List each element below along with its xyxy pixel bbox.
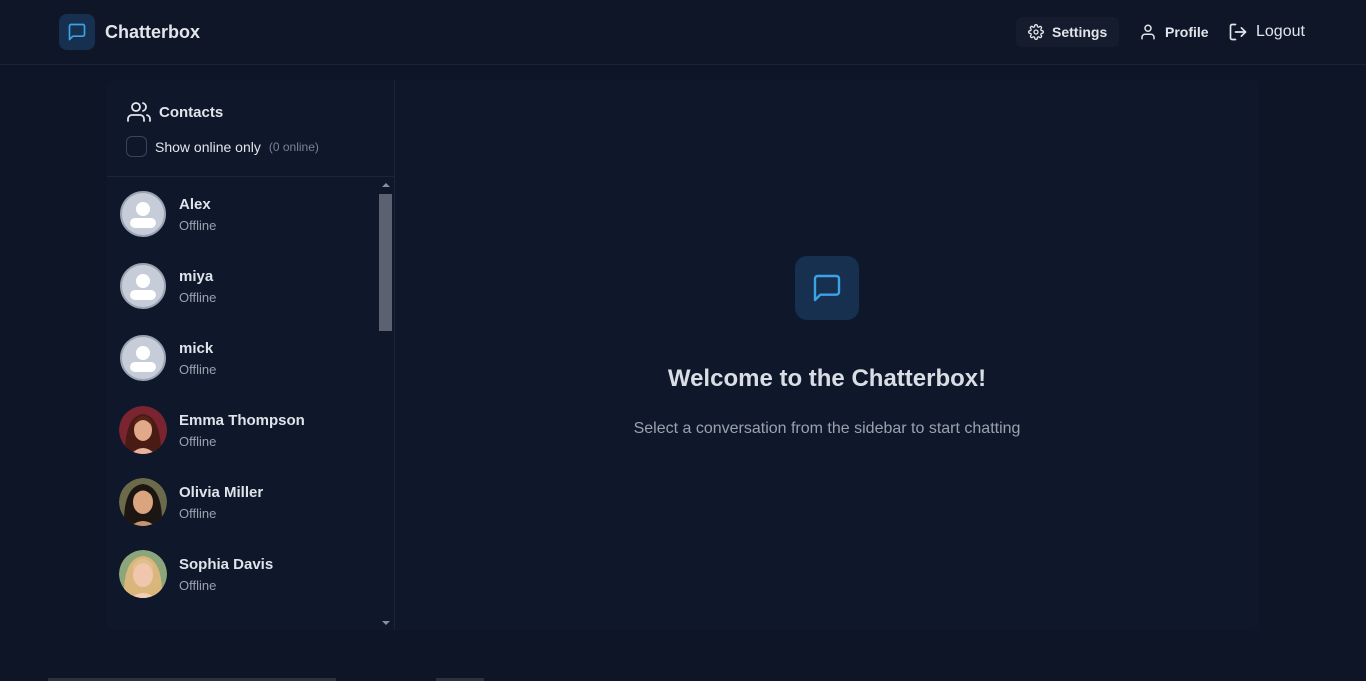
show-online-checkbox[interactable] xyxy=(126,136,147,157)
photo-avatar xyxy=(119,550,167,598)
online-filter[interactable]: Show online only (0 online) xyxy=(126,136,319,157)
profile-label: Profile xyxy=(1165,24,1209,40)
user-icon xyxy=(1139,23,1157,41)
contact-name: mick xyxy=(179,340,214,357)
contact-item[interactable]: Olivia Miller Offline xyxy=(107,466,377,538)
default-avatar xyxy=(119,262,167,310)
scroll-down-arrow-icon[interactable] xyxy=(382,621,390,625)
photo-avatar xyxy=(119,478,167,526)
profile-button[interactable]: Profile xyxy=(1139,17,1209,47)
message-square-icon xyxy=(795,256,859,320)
contact-status: Offline xyxy=(179,434,217,449)
sidebar-header: Contacts Show online only (0 online) xyxy=(107,80,394,177)
contact-item[interactable]: Emma Thompson Offline xyxy=(107,394,377,466)
contact-item[interactable]: mick Offline xyxy=(107,322,377,394)
welcome-title: Welcome to the Chatterbox! xyxy=(667,365,987,392)
contacts-heading: Contacts xyxy=(127,100,223,124)
chat-container: Contacts Show online only (0 online) Ale… xyxy=(107,80,1259,630)
contact-item[interactable]: Alex Offline xyxy=(107,178,377,250)
online-count: (0 online) xyxy=(268,139,319,154)
contact-name: miya xyxy=(179,268,214,285)
filter-label: Show online only xyxy=(155,138,261,155)
scroll-up-arrow-icon[interactable] xyxy=(382,183,390,187)
contact-list[interactable]: Alex Offline miya Offline mick Offline E… xyxy=(107,178,394,630)
logout-label: Logout xyxy=(1256,23,1305,40)
gear-icon xyxy=(1028,24,1044,40)
photo-avatar xyxy=(119,406,167,454)
settings-button[interactable]: Settings xyxy=(1016,17,1120,47)
contact-status: Offline xyxy=(179,290,217,305)
settings-label: Settings xyxy=(1052,24,1108,40)
contact-name: Sophia Davis xyxy=(179,556,274,573)
contact-name: Alex xyxy=(179,196,211,213)
message-square-icon xyxy=(59,14,95,50)
default-avatar xyxy=(119,190,167,238)
contact-name: Emma Thompson xyxy=(179,412,305,429)
contacts-title: Contacts xyxy=(159,103,224,121)
logout-icon xyxy=(1228,22,1248,42)
welcome-subtitle: Select a conversation from the sidebar t… xyxy=(633,420,1021,437)
brand[interactable]: Chatterbox xyxy=(59,14,200,50)
contact-item[interactable]: miya Offline xyxy=(107,250,377,322)
logout-button[interactable]: Logout xyxy=(1228,17,1305,47)
contact-status: Offline xyxy=(179,362,217,377)
contact-status: Offline xyxy=(179,218,217,233)
default-avatar xyxy=(119,334,167,382)
welcome-panel: Welcome to the Chatterbox! Select a conv… xyxy=(395,80,1259,630)
contact-item[interactable]: Sophia Davis Offline xyxy=(107,538,377,610)
contact-list-scrollbar[interactable] xyxy=(379,178,393,630)
users-icon xyxy=(127,100,151,124)
contacts-sidebar: Contacts Show online only (0 online) Ale… xyxy=(107,80,395,630)
scroll-thumb[interactable] xyxy=(379,194,392,331)
top-navbar: Chatterbox Settings Profile Logout xyxy=(0,0,1366,65)
app-name: Chatterbox xyxy=(105,21,201,42)
contact-name: Olivia Miller xyxy=(179,484,264,501)
contact-status: Offline xyxy=(179,506,217,521)
contact-status: Offline xyxy=(179,578,217,593)
